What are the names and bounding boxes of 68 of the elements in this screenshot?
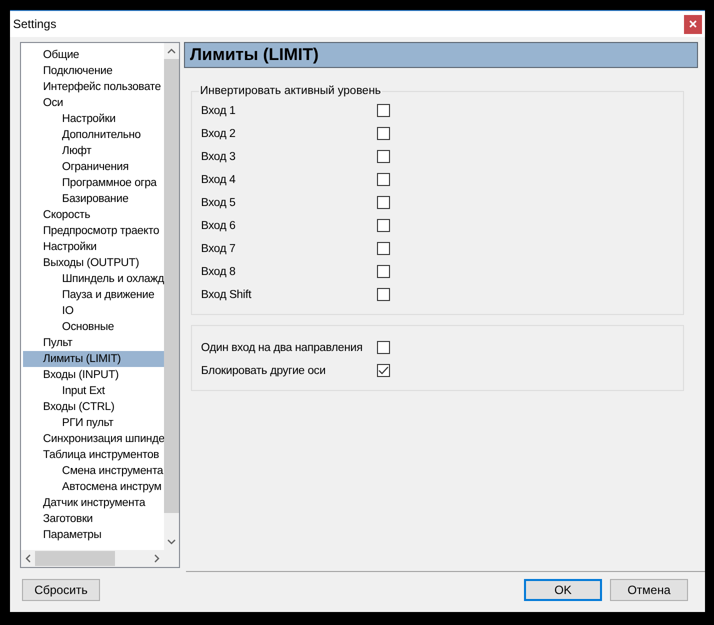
tree-item[interactable]: Пульт bbox=[23, 335, 164, 351]
tree-item[interactable]: Входы (INPUT) bbox=[23, 367, 164, 383]
scroll-left-icon[interactable] bbox=[25, 554, 31, 563]
tree-item[interactable]: Таблица инструментов bbox=[23, 447, 164, 463]
tree-item[interactable]: Input Ext bbox=[23, 383, 164, 399]
option-label: Блокировать другие оси bbox=[201, 364, 327, 376]
tree-item[interactable]: IO bbox=[23, 303, 164, 319]
tree-item[interactable]: Подключение bbox=[23, 63, 164, 79]
checkbox[interactable] bbox=[377, 265, 390, 278]
tree-item[interactable]: Общие bbox=[23, 47, 164, 63]
option-label: Вход 3 bbox=[201, 150, 236, 162]
tree-item[interactable]: Оси bbox=[23, 95, 164, 111]
checkbox[interactable] bbox=[377, 173, 390, 186]
tree-item[interactable]: Ограничения bbox=[23, 159, 164, 175]
checkbox[interactable] bbox=[377, 127, 390, 140]
tree-item[interactable]: РГИ пульт bbox=[23, 415, 164, 431]
window-title: Settings bbox=[13, 17, 56, 31]
tree-item[interactable]: Лимиты (LIMIT) bbox=[23, 351, 164, 367]
checkbox[interactable] bbox=[377, 364, 390, 377]
checkbox[interactable] bbox=[377, 150, 390, 163]
tree-item[interactable]: Синхронизация шпинде bbox=[23, 431, 164, 447]
checkbox[interactable] bbox=[377, 104, 390, 117]
close-icon bbox=[689, 20, 697, 28]
tree-item[interactable]: Шпиндель и охлажд bbox=[23, 271, 164, 287]
tree-item[interactable]: Смена инструмента bbox=[23, 463, 164, 479]
checkbox[interactable] bbox=[377, 196, 390, 209]
dialog-button[interactable]: Сбросить bbox=[22, 579, 100, 601]
tree-item[interactable]: Интерфейс пользовате bbox=[23, 79, 164, 95]
checkbox[interactable] bbox=[377, 242, 390, 255]
dialog-button[interactable]: OK bbox=[524, 579, 602, 601]
checkbox[interactable] bbox=[377, 288, 390, 301]
scroll-down-icon[interactable] bbox=[167, 539, 176, 545]
option-label: Вход 8 bbox=[201, 266, 236, 278]
tree-item[interactable]: Заготовки bbox=[23, 511, 164, 527]
tree-item[interactable]: Настройки bbox=[23, 239, 164, 255]
panel-title: Лимиты (LIMIT) bbox=[184, 42, 698, 68]
check-icon bbox=[378, 366, 389, 375]
group-legend: Инвертировать активный уровень bbox=[199, 85, 382, 97]
tree-item[interactable]: Параметры bbox=[23, 527, 164, 543]
option-label: Вход 1 bbox=[201, 104, 236, 116]
dialog-button[interactable]: Отмена bbox=[610, 579, 688, 601]
tree-item[interactable]: Автосмена инструм bbox=[23, 479, 164, 495]
option-label: Вход 4 bbox=[201, 174, 236, 186]
checkbox[interactable] bbox=[377, 341, 390, 354]
checkbox[interactable] bbox=[377, 219, 390, 232]
scroll-thumb[interactable] bbox=[35, 551, 115, 566]
tree-item[interactable]: Дополнительно bbox=[23, 127, 164, 143]
tree-item[interactable]: Выходы (OUTPUT) bbox=[23, 255, 164, 271]
tree-item[interactable]: Настройки bbox=[23, 111, 164, 127]
option-label: Вход 2 bbox=[201, 128, 236, 140]
tree-item[interactable]: Предпросмотр траекто bbox=[23, 223, 164, 239]
scroll-up-icon[interactable] bbox=[167, 48, 176, 54]
option-label: Вход 7 bbox=[201, 242, 236, 254]
option-label: Вход Shift bbox=[201, 288, 252, 300]
tree-item[interactable]: Входы (CTRL) bbox=[23, 399, 164, 415]
tree-item[interactable]: Пауза и движение bbox=[23, 287, 164, 303]
close-button[interactable] bbox=[684, 14, 702, 34]
option-label: Один вход на два направления bbox=[201, 342, 364, 354]
scroll-right-icon[interactable] bbox=[154, 554, 160, 563]
horizontal-scrollbar[interactable] bbox=[21, 550, 164, 567]
tree-item[interactable]: Основные bbox=[23, 319, 164, 335]
tree-item[interactable]: Люфт bbox=[23, 143, 164, 159]
tree-item[interactable]: Датчик инструмента bbox=[23, 495, 164, 511]
tree-item[interactable]: Программное огра bbox=[23, 175, 164, 191]
option-label: Вход 5 bbox=[201, 196, 236, 208]
tree-item[interactable]: Скорость bbox=[23, 207, 164, 223]
option-label: Вход 6 bbox=[201, 220, 236, 232]
tree-item[interactable]: Базирование bbox=[23, 191, 164, 207]
